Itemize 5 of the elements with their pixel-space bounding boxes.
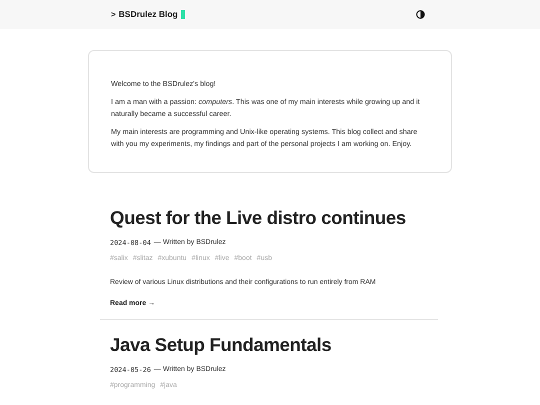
prompt-symbol: > xyxy=(111,8,116,20)
post-title-link[interactable]: Quest for the Live distro continues xyxy=(110,206,430,230)
theme-toggle-icon[interactable] xyxy=(416,10,425,19)
post-title-link[interactable]: Java Setup Fundamentals xyxy=(110,333,430,357)
site-title-link[interactable]: BSDrulez Blog xyxy=(118,8,178,21)
